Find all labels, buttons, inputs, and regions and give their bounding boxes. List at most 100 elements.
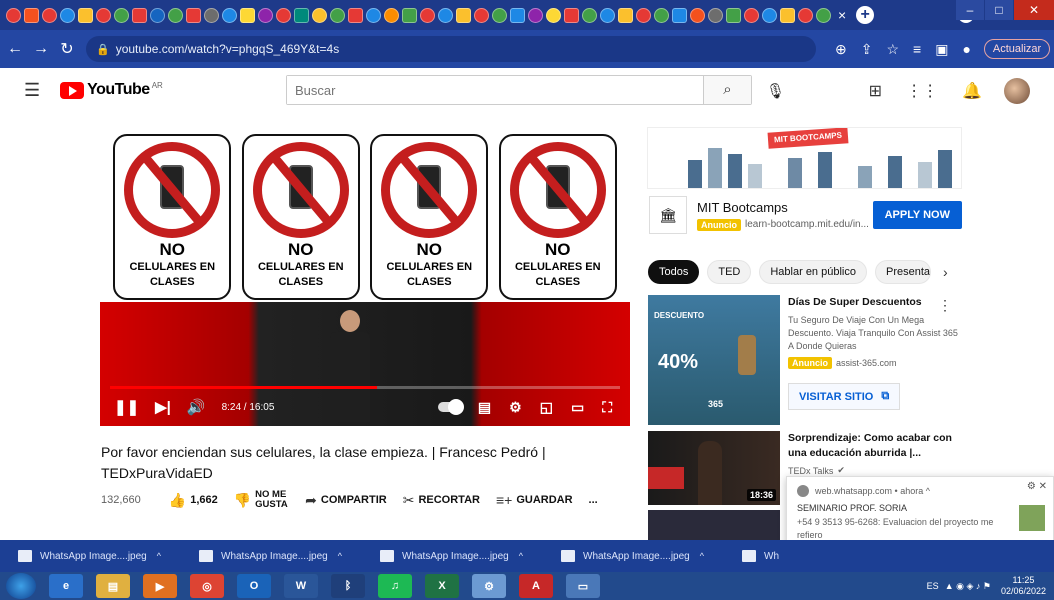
close-window-button[interactable]: ✕: [1014, 0, 1054, 20]
create-video-icon[interactable]: ⊞: [869, 81, 882, 101]
tab-favicon[interactable]: [456, 7, 471, 23]
tab-favicon[interactable]: [384, 7, 399, 23]
clip-button[interactable]: ✂ RECORTAR: [403, 492, 480, 509]
back-button[interactable]: ←: [4, 40, 26, 58]
tab-favicon[interactable]: [114, 7, 129, 23]
search-input[interactable]: [287, 76, 703, 104]
outlook-icon[interactable]: O: [237, 574, 271, 598]
chevron-up-icon[interactable]: ^: [519, 551, 523, 561]
maximize-button[interactable]: □: [985, 0, 1013, 20]
clock[interactable]: 11:25 02/06/2022: [1001, 575, 1046, 597]
download-item[interactable]: WhatsApp Image....jpeg ^: [543, 550, 724, 562]
tab-favicon[interactable]: [6, 7, 21, 23]
video-player[interactable]: NO CELULARES EN CLASES NO CELULARES EN CLAS…: [100, 130, 630, 426]
download-item[interactable]: WhatsApp Image....jpeg ^: [0, 550, 181, 562]
tab-favicon[interactable]: [186, 7, 201, 23]
avatar[interactable]: [1004, 78, 1030, 104]
tab-favicon[interactable]: [78, 7, 93, 23]
tab-favicon[interactable]: [672, 7, 687, 23]
ad-card[interactable]: 🏛 MIT Bootcamps Anuncio learn-bootcamp.m…: [647, 189, 962, 241]
dislike-button[interactable]: 👎 NO ME GUSTA: [234, 490, 289, 510]
tab-favicon[interactable]: [564, 7, 579, 23]
tab-favicon[interactable]: [402, 7, 417, 23]
bluetooth-icon[interactable]: ᛒ: [331, 574, 365, 598]
chip-public-speaking[interactable]: Hablar en público: [759, 260, 867, 284]
tab-favicon[interactable]: [330, 7, 345, 23]
fullscreen-icon[interactable]: ⛶: [602, 399, 612, 416]
volume-icon[interactable]: 🔊: [187, 398, 206, 416]
tab-favicon[interactable]: [204, 7, 219, 23]
tab-favicon[interactable]: [726, 7, 741, 23]
install-icon[interactable]: ⊕: [835, 41, 847, 58]
tab-favicon[interactable]: [636, 7, 651, 23]
search-icon[interactable]: ⌕: [703, 76, 751, 104]
tab-favicon[interactable]: [744, 7, 759, 23]
like-button[interactable]: 👍 1,662: [169, 492, 218, 509]
tab-favicon[interactable]: [240, 7, 255, 23]
download-item[interactable]: WhatsApp Image....jpeg ^: [362, 550, 543, 562]
tray-icons[interactable]: ▲ ◉ ◈ ♪ ⚑: [945, 581, 991, 592]
file-explorer-icon[interactable]: ▤: [96, 574, 130, 598]
ad-banner-image[interactable]: MIT BOOTCAMPS: [647, 127, 962, 189]
profile-icon[interactable]: ●: [962, 41, 970, 57]
chevron-up-icon[interactable]: ^: [338, 551, 342, 561]
settings-gear-icon[interactable]: ⚙: [509, 399, 522, 416]
tab-favicon[interactable]: [312, 7, 327, 23]
reload-button[interactable]: ↻: [56, 39, 78, 59]
chip-ted[interactable]: TED: [707, 260, 752, 284]
tab-favicon[interactable]: [582, 7, 597, 23]
forward-button[interactable]: →: [30, 40, 52, 58]
suggested-video-thumbnail-partial[interactable]: [648, 510, 780, 540]
more-options-icon[interactable]: ⋮: [938, 297, 952, 314]
suggested-ad[interactable]: DESCUENTO 40% 365 Días De Super Descuent…: [648, 295, 958, 425]
side-panel-icon[interactable]: ▣: [935, 41, 948, 58]
tab-favicon[interactable]: [348, 7, 363, 23]
notification-settings-close-icon[interactable]: ⚙ ✕: [1027, 481, 1047, 492]
tab-favicon[interactable]: [816, 7, 831, 23]
tab-favicon[interactable]: [546, 7, 561, 23]
chevron-up-icon[interactable]: ^: [157, 551, 161, 561]
internet-explorer-icon[interactable]: e: [49, 574, 83, 598]
start-button-icon[interactable]: [6, 573, 36, 599]
chevron-up-icon[interactable]: ^: [700, 551, 704, 561]
tab-favicon[interactable]: [294, 7, 309, 23]
tab-favicon[interactable]: [366, 7, 381, 23]
update-button[interactable]: Actualizar: [983, 39, 1051, 59]
media-player-icon[interactable]: ▶: [143, 574, 177, 598]
tab-favicon[interactable]: [222, 7, 237, 23]
youtube-logo[interactable]: YouTube AR: [60, 81, 163, 99]
language-indicator[interactable]: ES: [927, 581, 939, 591]
tab-favicon[interactable]: [600, 7, 615, 23]
save-button[interactable]: ≡+ GUARDAR: [496, 492, 573, 508]
visit-site-button[interactable]: VISITAR SITIO ⧉: [788, 383, 901, 410]
download-item[interactable]: WhatsApp Image....jpeg ^: [181, 550, 362, 562]
bookmark-star-icon[interactable]: ☆: [886, 41, 899, 58]
tab-favicon[interactable]: [780, 7, 795, 23]
menu-icon[interactable]: ☰: [24, 80, 40, 101]
apps-grid-icon[interactable]: ⋮⋮: [906, 81, 938, 101]
address-bar[interactable]: 🔒 youtube.com/watch?v=phgqS_469Y&t=4s: [86, 36, 816, 62]
tab-close-button[interactable]: ×: [838, 7, 846, 23]
word-icon[interactable]: W: [284, 574, 318, 598]
tab-favicon[interactable]: [618, 7, 633, 23]
minimize-button[interactable]: –: [956, 0, 984, 20]
microphone-icon[interactable]: 🎙: [766, 82, 785, 100]
chip-all[interactable]: Todos: [648, 260, 700, 284]
pdf-reader-icon[interactable]: A: [519, 574, 553, 598]
spotify-icon[interactable]: ♫: [378, 574, 412, 598]
subtitles-icon[interactable]: ▤: [478, 399, 491, 416]
theater-mode-icon[interactable]: ▭: [571, 399, 584, 416]
tab-favicon[interactable]: [438, 7, 453, 23]
chip-presentation[interactable]: Presenta: [874, 260, 931, 284]
window-app-icon[interactable]: ▭: [566, 574, 600, 598]
tab-favicon[interactable]: [528, 7, 543, 23]
settings-app-icon[interactable]: ⚙: [472, 574, 506, 598]
tab-favicon[interactable]: [132, 7, 147, 23]
tab-favicon[interactable]: [654, 7, 669, 23]
tab-favicon[interactable]: [420, 7, 435, 23]
share-button[interactable]: ➦ COMPARTIR: [305, 492, 387, 509]
apply-now-button[interactable]: APPLY NOW: [872, 201, 962, 229]
pause-icon[interactable]: ❚❚: [114, 398, 139, 416]
tab-favicon[interactable]: [762, 7, 777, 23]
excel-icon[interactable]: X: [425, 574, 459, 598]
